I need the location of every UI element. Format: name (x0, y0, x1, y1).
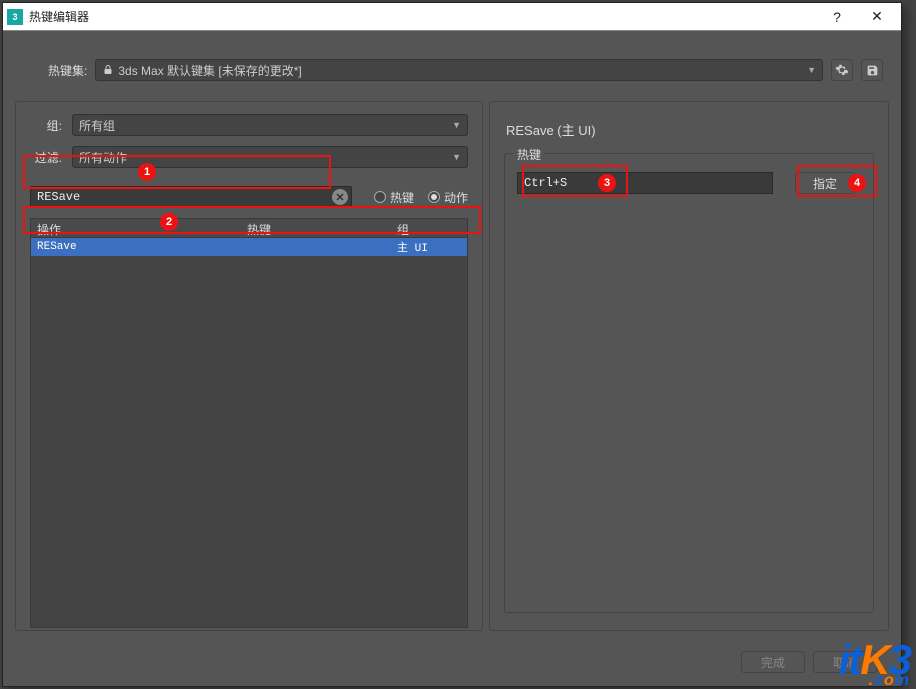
group-row: 组: 所有组 ▼ (30, 114, 468, 136)
filter-label: 过滤: (30, 149, 62, 166)
cancel-button[interactable]: 取消 (813, 651, 877, 673)
split-container: 组: 所有组 ▼ 过滤: 所有动作 ▼ ✕ (15, 101, 889, 631)
table-header: 操作 热键 组 (30, 218, 468, 238)
close-button[interactable]: ✕ (857, 3, 897, 31)
hotkey-input-row: 指定 (517, 172, 861, 194)
hotkey-fieldset: 热键 指定 (504, 153, 874, 613)
help-button[interactable]: ? (817, 3, 857, 31)
table-body[interactable]: RESave 主 UI (30, 238, 468, 628)
left-panel: 组: 所有组 ▼ 过滤: 所有动作 ▼ ✕ (15, 101, 483, 631)
titlebar: 3 热键编辑器 ? ✕ (3, 3, 901, 31)
footer: 完成 取消 (3, 638, 901, 686)
group-dropdown[interactable]: 所有组 ▼ (72, 114, 468, 136)
hotkey-set-row: 热键集: 3ds Max 默认键集 [未保存的更改*] ▼ (48, 59, 883, 81)
group-value: 所有组 (79, 117, 115, 134)
ok-button-label: 完成 (761, 654, 785, 671)
hotkey-set-dropdown[interactable]: 3ds Max 默认键集 [未保存的更改*] ▼ (95, 59, 823, 81)
cell-group: 主 UI (391, 238, 467, 257)
chevron-down-icon: ▼ (452, 152, 461, 162)
search-input[interactable] (30, 186, 352, 208)
col-header-group[interactable]: 组 (391, 219, 467, 237)
search-wrap: ✕ (30, 186, 352, 208)
clear-search-button[interactable]: ✕ (332, 189, 348, 205)
filter-value: 所有动作 (79, 149, 127, 166)
filter-dropdown[interactable]: 所有动作 ▼ (72, 146, 468, 168)
hotkey-input[interactable] (517, 172, 773, 194)
gear-icon (835, 63, 849, 77)
radio-group: 热键 动作 (374, 189, 468, 206)
cell-operation: RESave (31, 239, 241, 255)
settings-button[interactable] (831, 59, 853, 81)
filter-row: 过滤: 所有动作 ▼ (30, 146, 468, 168)
col-header-operation[interactable]: 操作 (31, 219, 241, 237)
cancel-button-label: 取消 (833, 654, 857, 671)
hotkey-legend: 热键 (513, 146, 545, 163)
dialog-body: 热键集: 3ds Max 默认键集 [未保存的更改*] ▼ 组: (3, 31, 901, 686)
assign-button[interactable]: 指定 (795, 172, 855, 194)
ok-button[interactable]: 完成 (741, 651, 805, 673)
radio-action-label: 动作 (444, 189, 468, 206)
hotkey-editor-window: 3 热键编辑器 ? ✕ 热键集: 3ds Max 默认键集 [未保存的更改*] … (2, 2, 902, 687)
table-row[interactable]: RESave 主 UI (31, 238, 467, 256)
save-icon (866, 64, 879, 77)
radio-hotkey-label: 热键 (390, 189, 414, 206)
chevron-down-icon: ▼ (807, 65, 816, 75)
save-button[interactable] (861, 59, 883, 81)
col-header-hotkey[interactable]: 热键 (241, 219, 391, 237)
app-icon: 3 (7, 9, 23, 25)
group-label: 组: (30, 117, 62, 134)
assign-button-label: 指定 (813, 175, 837, 192)
radio-hotkey[interactable] (374, 191, 386, 203)
selected-action-title: RESave (主 UI) (506, 120, 874, 139)
hotkey-set-value: 3ds Max 默认键集 [未保存的更改*] (118, 62, 301, 79)
radio-action[interactable] (428, 191, 440, 203)
window-title: 热键编辑器 (29, 8, 817, 25)
lock-icon (102, 64, 114, 76)
hotkey-set-label: 热键集: (48, 62, 87, 79)
cell-hotkey (241, 245, 391, 249)
right-panel: RESave (主 UI) 热键 指定 (489, 101, 889, 631)
chevron-down-icon: ▼ (452, 120, 461, 130)
search-row: ✕ 热键 动作 (30, 186, 468, 208)
